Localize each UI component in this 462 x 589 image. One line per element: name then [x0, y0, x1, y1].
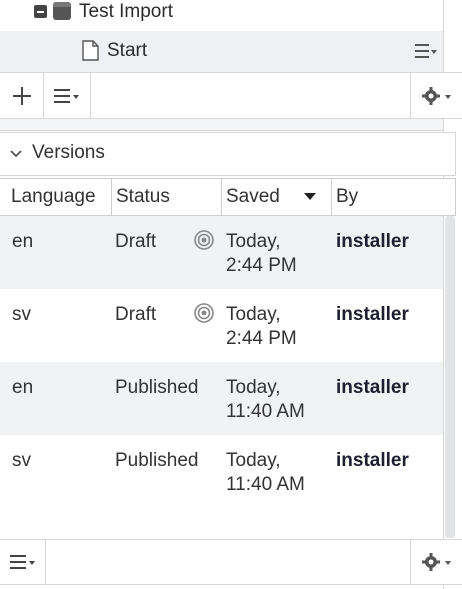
saved-time: 11:40 AM [226, 474, 305, 495]
cell-saved: Today, 2:44 PM [226, 303, 297, 351]
tree-node-start[interactable]: Start [0, 31, 443, 72]
column-header-status[interactable]: Status [112, 179, 222, 215]
saved-time: 11:40 AM [226, 401, 305, 422]
versions-grid-header: Language Status Saved By [0, 178, 456, 216]
cell-by: installer [336, 231, 409, 252]
tree-node-label: Test Import [79, 1, 173, 22]
column-header-label: Saved [226, 186, 280, 207]
target-icon [194, 303, 214, 323]
cell-language: sv [12, 450, 31, 471]
versions-grid-body: en Draft Today, 2:44 PM installer sv Draft Toda… [0, 216, 443, 538]
cell-by: installer [336, 304, 409, 325]
target-icon [194, 230, 214, 250]
list-menu-button[interactable] [0, 540, 46, 584]
sort-desc-icon[interactable] [304, 193, 316, 200]
table-row[interactable]: sv Published Today, 11:40 AM installer [0, 435, 443, 508]
saved-date: Today, [226, 450, 281, 471]
database-icon [53, 2, 71, 20]
saved-date: Today, [226, 231, 281, 252]
panel-separator [0, 119, 443, 131]
cell-by: installer [336, 450, 409, 471]
list-menu-icon [54, 88, 79, 103]
tree-node-test-import[interactable]: Test Import [0, 0, 443, 26]
gear-icon [421, 553, 451, 571]
minus-square-icon[interactable] [34, 5, 47, 18]
table-row[interactable]: en Published Today, 11:40 AM installer [0, 362, 443, 435]
cell-status: Published [115, 377, 199, 398]
page-icon [82, 40, 99, 61]
cell-saved: Today, 2:44 PM [226, 230, 297, 278]
table-row[interactable]: sv Draft Today, 2:44 PM installer [0, 289, 443, 362]
saved-date: Today, [226, 304, 281, 325]
list-menu-icon[interactable] [413, 39, 439, 63]
column-header-saved[interactable]: Saved [222, 179, 332, 215]
cell-status: Draft [115, 231, 157, 252]
chevron-down-icon[interactable] [8, 146, 24, 162]
cell-language: en [12, 231, 34, 252]
list-menu-button[interactable] [44, 73, 91, 118]
cell-language: en [12, 377, 34, 398]
cell-saved: Today, 11:40 AM [226, 376, 305, 424]
versions-toolbar [0, 539, 462, 585]
cell-language: sv [12, 304, 31, 325]
column-header-language[interactable]: Language [8, 179, 112, 215]
cell-by: installer [336, 377, 409, 398]
cell-status: Draft [115, 304, 157, 325]
settings-button[interactable] [410, 73, 462, 118]
add-button[interactable] [0, 73, 44, 118]
tree-node-label: Start [107, 40, 148, 61]
list-menu-icon [9, 555, 35, 569]
table-row[interactable]: en Draft Today, 2:44 PM installer [0, 216, 443, 289]
cell-saved: Today, 11:40 AM [226, 449, 305, 497]
column-header-by[interactable]: By [332, 179, 456, 215]
versions-title: Versions [32, 142, 105, 163]
scrollbar[interactable] [445, 216, 455, 538]
saved-time: 2:44 PM [226, 255, 297, 276]
saved-date: Today, [226, 377, 281, 398]
saved-time: 2:44 PM [226, 328, 297, 349]
versions-panel-header[interactable]: Versions [0, 132, 456, 176]
gear-icon [421, 86, 451, 105]
cell-status: Published [115, 450, 199, 471]
plus-icon [12, 86, 31, 105]
tree-toolbar [0, 72, 462, 119]
settings-button[interactable] [410, 540, 462, 584]
